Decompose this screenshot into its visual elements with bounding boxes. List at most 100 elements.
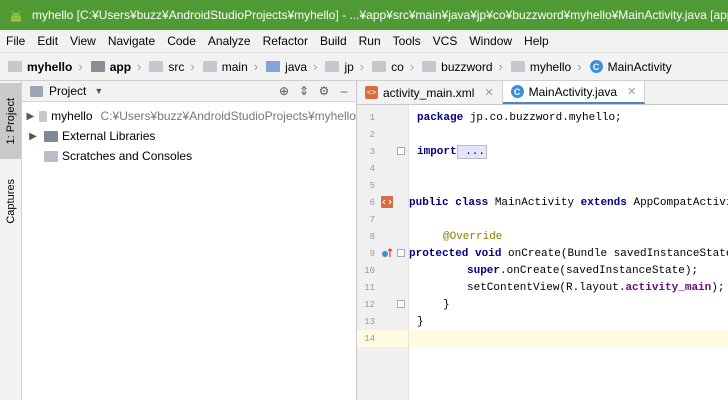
close-icon[interactable]: ✕ bbox=[627, 85, 636, 98]
menu-refactor[interactable]: Refactor bbox=[257, 34, 314, 48]
source-folder-icon bbox=[266, 61, 281, 72]
hide-panel-icon[interactable]: – bbox=[336, 84, 352, 98]
line-number: 2 bbox=[369, 129, 375, 140]
left-tool-strip: 1: Project Captures bbox=[0, 81, 22, 400]
tab-activity-main-xml[interactable]: <> activity_main.xml ✕ bbox=[357, 81, 503, 104]
code-line-current bbox=[409, 330, 728, 347]
menu-view[interactable]: View bbox=[64, 34, 102, 48]
tab-project-label: 1: Project bbox=[4, 97, 17, 145]
line-number: 13 bbox=[364, 316, 375, 327]
breadcrumb-item-src[interactable]: src › bbox=[149, 59, 200, 74]
code-line: package jp.co.buzzword.myhello; bbox=[417, 111, 622, 124]
breadcrumb-item-main[interactable]: main › bbox=[202, 59, 264, 74]
menu-bar: File Edit View Navigate Code Analyze Ref… bbox=[0, 30, 728, 52]
menu-build[interactable]: Build bbox=[314, 34, 353, 48]
tree-node-scratches[interactable]: Scratches and Consoles bbox=[22, 146, 356, 166]
line-number: 1 bbox=[369, 112, 375, 123]
locate-icon[interactable]: ⊕ bbox=[276, 84, 292, 98]
breadcrumb-item-buzzword[interactable]: buzzword › bbox=[422, 59, 509, 74]
chevron-right-icon: › bbox=[137, 59, 142, 74]
code-line: } bbox=[443, 298, 450, 311]
chevron-right-icon: › bbox=[253, 59, 259, 74]
chevron-right-icon: › bbox=[78, 59, 83, 74]
package-icon bbox=[325, 61, 340, 72]
breadcrumb-label: app bbox=[109, 59, 132, 74]
tab-project[interactable]: 1: Project bbox=[0, 83, 21, 159]
line-number: 12 bbox=[357, 296, 408, 313]
chevron-down-icon[interactable]: ▼ bbox=[94, 86, 103, 96]
tab-mainactivity-java[interactable]: C MainActivity.java ✕ bbox=[502, 81, 646, 104]
tree-node-myhello[interactable]: ▶ myhello C:¥Users¥buzz¥AndroidStudioPro… bbox=[22, 106, 356, 126]
menu-file[interactable]: File bbox=[0, 34, 31, 48]
chevron-right-icon: › bbox=[190, 59, 195, 74]
breadcrumb: myhello › app › src › main › java › jp › co › b… bbox=[0, 52, 728, 81]
breadcrumb-item-java[interactable]: java › bbox=[266, 59, 323, 74]
project-panel-header: Project ▼ ⊕ ⇕ ⚙ – bbox=[22, 81, 356, 102]
editor-gutter: 1 2 3 4 5 6 7 8 9 10 11 12 13 14 bbox=[357, 105, 409, 400]
folder-icon bbox=[202, 61, 217, 72]
layout-xml-icon[interactable] bbox=[381, 196, 393, 208]
breadcrumb-item-jp[interactable]: jp › bbox=[325, 59, 370, 74]
code-line: } bbox=[417, 315, 424, 328]
fold-icon[interactable] bbox=[397, 147, 405, 155]
fold-icon[interactable] bbox=[397, 249, 405, 257]
package-icon bbox=[510, 61, 525, 72]
code-line: public class MainActivity extends AppCom… bbox=[409, 196, 728, 209]
code-line: setContentView(R.layout. activity_main); bbox=[467, 281, 725, 294]
folder-icon bbox=[8, 61, 22, 72]
code-line: @Override bbox=[443, 230, 503, 243]
tab-captures[interactable]: Captures bbox=[0, 165, 21, 237]
breadcrumb-item-app[interactable]: app › bbox=[90, 59, 148, 74]
scratches-icon bbox=[44, 150, 58, 162]
project-view-icon bbox=[30, 85, 43, 97]
chevron-right-icon: › bbox=[313, 59, 318, 74]
line-number: 5 bbox=[369, 180, 375, 191]
breadcrumb-label: buzzword bbox=[441, 59, 493, 74]
chevron-right-icon: › bbox=[359, 59, 365, 74]
breadcrumb-label: java bbox=[285, 59, 308, 74]
tree-node-label: Scratches and Consoles bbox=[62, 149, 193, 163]
menu-help[interactable]: Help bbox=[518, 34, 555, 48]
chevron-right-icon[interactable]: ▶ bbox=[26, 131, 40, 142]
menu-edit[interactable]: Edit bbox=[31, 34, 64, 48]
breadcrumb-label: jp bbox=[344, 59, 354, 74]
line-number-current: 14 bbox=[357, 330, 408, 347]
breadcrumb-label: main bbox=[221, 59, 248, 74]
code-area[interactable]: package jp.co.buzzword.myhello; import .… bbox=[409, 105, 728, 400]
breadcrumb-item-co[interactable]: co › bbox=[372, 59, 420, 74]
title-bar: myhello [C:¥Users¥buzz¥AndroidStudioProj… bbox=[0, 0, 728, 30]
line-number: 9 bbox=[357, 245, 408, 262]
tab-label: activity_main.xml bbox=[383, 85, 475, 100]
code-line: super .onCreate(savedInstanceState); bbox=[467, 264, 699, 277]
menu-vcs[interactable]: VCS bbox=[427, 34, 464, 48]
chevron-right-icon[interactable]: ▶ bbox=[26, 111, 35, 122]
folded-imports[interactable]: ... bbox=[456, 144, 488, 159]
project-panel-title[interactable]: Project bbox=[49, 84, 86, 98]
tab-captures-label: Captures bbox=[4, 178, 17, 224]
menu-analyze[interactable]: Analyze bbox=[202, 34, 257, 48]
chevron-right-icon: › bbox=[577, 59, 582, 74]
menu-code[interactable]: Code bbox=[161, 34, 202, 48]
fold-icon[interactable] bbox=[397, 300, 405, 308]
library-icon bbox=[44, 130, 58, 142]
line-number: 4 bbox=[369, 163, 375, 174]
module-folder-icon bbox=[90, 61, 105, 72]
close-icon[interactable]: ✕ bbox=[484, 86, 493, 99]
menu-navigate[interactable]: Navigate bbox=[102, 34, 161, 48]
breadcrumb-item-myhello-pkg[interactable]: myhello › bbox=[510, 59, 588, 74]
collapse-all-icon[interactable]: ⇕ bbox=[296, 84, 312, 98]
override-method-icon[interactable] bbox=[381, 247, 393, 259]
tree-node-external-libraries[interactable]: ▶ External Libraries bbox=[22, 126, 356, 146]
code-line: import ... bbox=[417, 144, 488, 159]
breadcrumb-item-mainactivity[interactable]: C MainActivity bbox=[589, 60, 672, 74]
class-icon: C bbox=[510, 85, 524, 98]
line-number: 8 bbox=[369, 231, 375, 242]
menu-window[interactable]: Window bbox=[463, 34, 518, 48]
chevron-right-icon: › bbox=[498, 59, 503, 74]
gear-icon[interactable]: ⚙ bbox=[316, 84, 332, 98]
menu-tools[interactable]: Tools bbox=[387, 34, 427, 48]
breadcrumb-item-myhello[interactable]: myhello › bbox=[8, 59, 89, 74]
folder-icon bbox=[38, 110, 48, 122]
menu-run[interactable]: Run bbox=[353, 34, 387, 48]
